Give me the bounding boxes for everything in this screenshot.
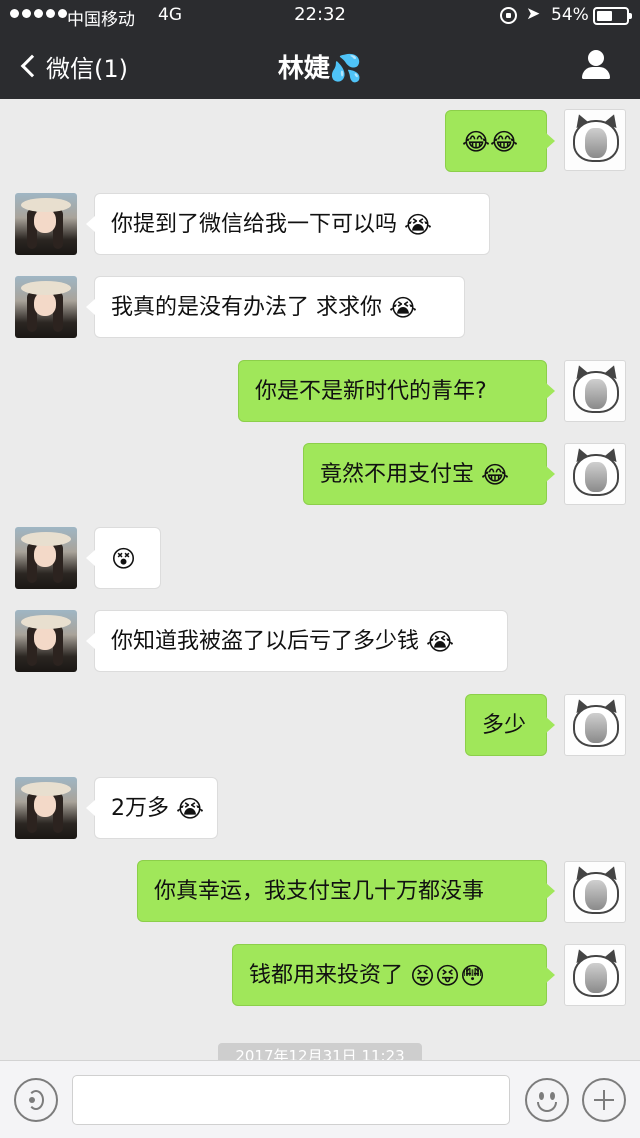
page-title: 林婕💦 xyxy=(277,54,363,84)
avatar-face xyxy=(34,292,56,316)
message-emoji: 😵 xyxy=(111,545,137,573)
cat-face xyxy=(585,128,607,158)
rotation-lock-icon xyxy=(500,7,517,24)
avatar-hat xyxy=(21,281,71,295)
message-text: 竟然不用支付宝 xyxy=(320,462,475,487)
message-emoji: 😂😂 xyxy=(462,128,519,156)
my-avatar[interactable] xyxy=(564,443,626,505)
person-icon-body xyxy=(582,67,610,79)
status-bar: 中国移动 4G 22:32 ➤ 54% xyxy=(0,0,640,34)
emoji-button[interactable] xyxy=(525,1078,569,1122)
message-emoji: 😭 xyxy=(404,211,433,239)
contact-avatar[interactable] xyxy=(15,276,77,338)
message-bubble-outgoing[interactable]: 多少 xyxy=(465,694,555,756)
message-bubble-outgoing[interactable]: 😂😂 xyxy=(445,110,555,172)
avatar-face xyxy=(34,543,56,567)
smiley-eye-right xyxy=(550,1092,555,1100)
message-bubble-incoming[interactable]: 我真的是没有办法了 求求你 😭 xyxy=(86,276,465,338)
contact-avatar[interactable] xyxy=(15,193,77,255)
avatar-face xyxy=(34,209,56,233)
avatar-face xyxy=(34,626,56,650)
cat-face xyxy=(585,880,607,910)
contact-avatar[interactable] xyxy=(15,527,77,589)
voice-wave-icon xyxy=(28,1090,44,1110)
message-bubble-outgoing[interactable]: 竟然不用支付宝 😂 xyxy=(303,443,555,505)
my-avatar[interactable] xyxy=(564,944,626,1006)
message-emoji: 😝😝😳 xyxy=(410,962,486,990)
message-bubble-incoming[interactable]: 2万多 😭 xyxy=(86,777,218,839)
message-bubble-outgoing[interactable]: 你是不是新时代的青年? xyxy=(238,360,555,422)
cat-face xyxy=(585,379,607,409)
my-avatar[interactable] xyxy=(564,861,626,923)
cat-face xyxy=(585,462,607,492)
message-emoji: 😂 xyxy=(481,461,510,489)
message-bubble-incoming[interactable]: 你提到了微信给我一下可以吗 😭 xyxy=(86,193,490,255)
contact-info-button[interactable] xyxy=(580,48,612,82)
battery-fill xyxy=(597,11,612,21)
person-icon xyxy=(588,50,604,66)
message-text: 你知道我被盗了以后亏了多少钱 xyxy=(111,629,420,654)
message-text: 2万多 xyxy=(111,796,169,821)
avatar-hat xyxy=(21,532,71,546)
message-text: 钱都用来投资了 xyxy=(249,963,404,988)
avatar-hat xyxy=(21,615,71,629)
cat-face xyxy=(585,963,607,993)
message-text: 你提到了微信给我一下可以吗 xyxy=(111,212,398,237)
message-emoji: 😭 xyxy=(426,628,455,656)
message-bubble-incoming[interactable]: 😵 xyxy=(86,527,161,589)
message-text: 我真的是没有办法了 求求你 xyxy=(111,295,382,320)
smiley-eye-left xyxy=(539,1092,544,1100)
message-emoji: 😭 xyxy=(176,795,205,823)
smiley-mouth xyxy=(537,1102,557,1112)
chat-header: 中国移动 4G 22:32 ➤ 54% 微信(1) 林婕💦 xyxy=(0,0,640,99)
my-avatar[interactable] xyxy=(564,360,626,422)
status-time: 22:32 xyxy=(294,4,346,25)
contact-avatar[interactable] xyxy=(15,777,77,839)
message-text: 多少 xyxy=(482,713,527,738)
more-actions-button[interactable] xyxy=(582,1078,626,1122)
message-emoji: 😭 xyxy=(389,294,418,322)
battery-percent: 54% xyxy=(551,5,589,25)
voice-input-button[interactable] xyxy=(14,1078,58,1122)
message-bubble-incoming[interactable]: 你知道我被盗了以后亏了多少钱 😭 xyxy=(86,610,508,672)
location-arrow-icon: ➤ xyxy=(526,4,541,24)
message-text: 你是不是新时代的青年? xyxy=(255,379,487,404)
message-bubble-outgoing[interactable]: 你真幸运，我支付宝几十万都没事 xyxy=(137,860,555,922)
contact-avatar[interactable] xyxy=(15,610,77,672)
my-avatar[interactable] xyxy=(564,694,626,756)
avatar-hat xyxy=(21,782,71,796)
cat-face xyxy=(585,713,607,743)
avatar-face xyxy=(34,793,56,817)
input-bar xyxy=(0,1060,640,1138)
my-avatar[interactable] xyxy=(564,109,626,171)
message-text: 你真幸运，我支付宝几十万都没事 xyxy=(154,879,485,904)
avatar-hat xyxy=(21,198,71,212)
message-bubble-outgoing[interactable]: 钱都用来投资了 😝😝😳 xyxy=(232,944,555,1006)
battery-icon xyxy=(593,7,632,25)
message-input[interactable] xyxy=(72,1075,510,1125)
